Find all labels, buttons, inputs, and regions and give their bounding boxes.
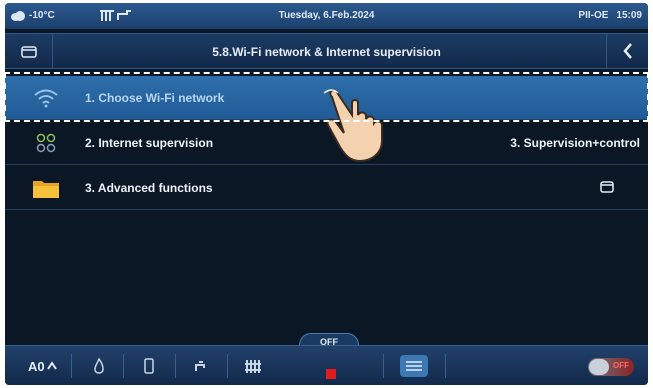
flame-icon <box>94 358 104 374</box>
dots-grid-icon <box>31 132 61 154</box>
heat-mode-icon: A0 <box>28 359 57 373</box>
tap-button[interactable] <box>189 352 213 380</box>
time: 15:09 <box>616 10 642 21</box>
status-bar: -10°C Tuesday, 6.Feb.2024 PII-OE 15:09 <box>5 3 648 29</box>
page-title: 5.8.Wi-Fi network & Internet supervision <box>212 45 441 59</box>
menu-item-value: 3. Supervision+control <box>510 136 640 150</box>
menu-item-label: 1. Choose Wi-Fi network <box>85 91 225 105</box>
chevron-left-icon <box>622 43 632 59</box>
stop-icon <box>326 369 336 379</box>
menu-item-label: 3. Advanced functions <box>85 181 213 195</box>
clock: PII-OE 15:09 <box>578 10 642 21</box>
toggle-label: OFF <box>613 361 629 370</box>
submenu-folder-icon <box>600 181 614 193</box>
boiler-button[interactable] <box>137 352 161 380</box>
device-name: PII-OE <box>578 10 609 21</box>
wifi-icon <box>31 87 61 109</box>
power-toggle[interactable]: OFF <box>588 358 634 376</box>
list-icon <box>400 355 428 377</box>
stop-button[interactable] <box>321 360 341 385</box>
folder-icon <box>31 177 61 199</box>
menu-item-advanced-functions[interactable]: 3. Advanced functions <box>5 166 648 210</box>
toggle-knob <box>589 359 609 375</box>
bottom-bar: A0 OFF <box>5 345 648 385</box>
radiator-icon <box>245 360 261 373</box>
menu-item-label: 2. Internet supervision <box>85 136 214 150</box>
flame-button[interactable] <box>87 352 111 380</box>
boiler-icon <box>144 358 154 374</box>
date: Tuesday, 6.Feb.2024 <box>278 10 375 21</box>
heat-mode-button[interactable]: A0 <box>25 352 61 380</box>
svg-text:A0: A0 <box>28 359 45 373</box>
list-button[interactable] <box>397 352 431 380</box>
title-bar: 5.8.Wi-Fi network & Internet supervision <box>5 33 648 69</box>
radiator-button[interactable] <box>241 352 265 380</box>
screen: -10°C Tuesday, 6.Feb.2024 PII-OE 15:09 5… <box>5 3 648 385</box>
tap-icon <box>195 361 205 371</box>
back-button[interactable] <box>606 34 648 68</box>
hand-pointer-icon <box>323 89 383 163</box>
